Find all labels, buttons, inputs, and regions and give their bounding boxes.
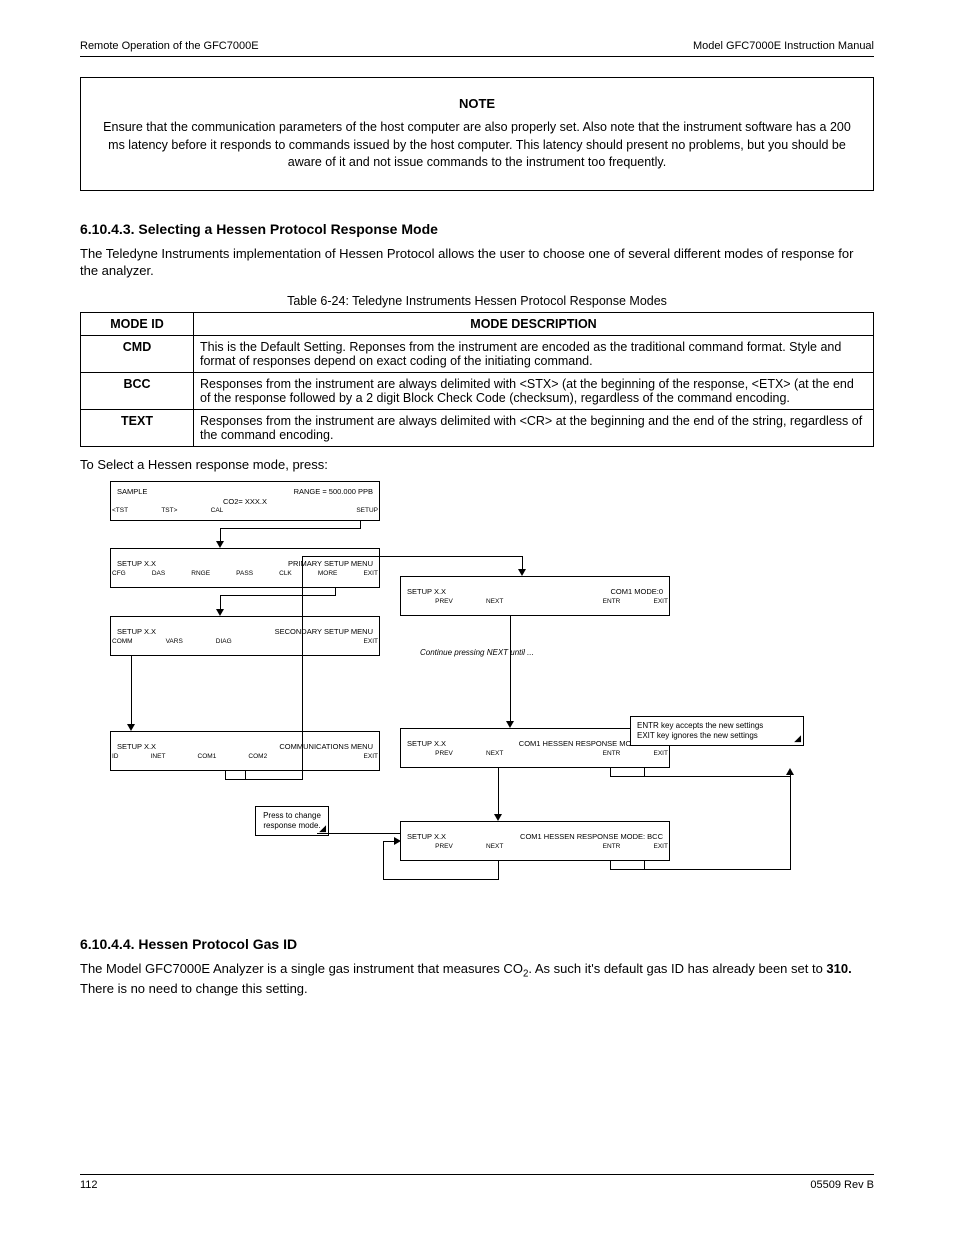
table-caption: Table 6-24: Teledyne Instruments Hessen … — [80, 294, 874, 308]
table-row: TEXT Responses from the instrument are a… — [81, 409, 874, 446]
page-number: 112 — [80, 1179, 98, 1191]
section-heading-b: 6.10.4.4. Hessen Protocol Gas ID — [80, 936, 874, 952]
flowchart: SAMPLERANGE = 500.000 PPB CO2= XXX.X <TS… — [80, 476, 880, 906]
note-title: NOTE — [101, 96, 853, 111]
header-left: Remote Operation of the GFC7000E — [80, 40, 259, 52]
note-body: Ensure that the communication parameters… — [101, 119, 853, 172]
mode-id: CMD — [81, 335, 194, 372]
table-row: BCC Responses from the instrument are al… — [81, 372, 874, 409]
section-para-b: The Model GFC7000E Analyzer is a single … — [80, 960, 874, 998]
anno-continue: Continue pressing NEXT until ... — [420, 648, 620, 658]
section-heading: 6.10.4.3. Selecting a Hessen Protocol Re… — [80, 221, 874, 237]
header-right: Model GFC7000E Instruction Manual — [693, 40, 874, 52]
modes-table: MODE ID MODE DESCRIPTION CMD This is the… — [80, 312, 874, 447]
table-row: CMD This is the Default Setting. Reponse… — [81, 335, 874, 372]
screen-com1-mode: SETUP X.XCOM1 MODE:0 PREVNEXTENTREXIT — [400, 576, 670, 616]
page-header: Remote Operation of the GFC7000E Model G… — [80, 40, 874, 57]
screen-hessen-bcc: SETUP X.XCOM1 HESSEN RESPONSE MODE: BCC … — [400, 821, 670, 861]
mode-desc: Responses from the instrument are always… — [194, 409, 874, 446]
screen-comm: SETUP X.XCOMMUNICATIONS MENU IDINETCOM1C… — [110, 731, 380, 771]
mode-desc: Responses from the instrument are always… — [194, 372, 874, 409]
page-footer: 112 05509 Rev B — [80, 1174, 874, 1191]
mode-id: TEXT — [81, 409, 194, 446]
th-mode-id: MODE ID — [81, 312, 194, 335]
section-num-b: 6.10.4.4. — [80, 936, 135, 952]
screen-secondary: SETUP X.XSECONDARY SETUP MENU COMMVARSDI… — [110, 616, 380, 656]
th-mode-desc: MODE DESCRIPTION — [194, 312, 874, 335]
mode-id: BCC — [81, 372, 194, 409]
select-line: To Select a Hessen response mode, press: — [80, 457, 874, 472]
section-title: Selecting a Hessen Protocol Response Mod… — [138, 221, 438, 237]
mode-desc: This is the Default Setting. Reponses fr… — [194, 335, 874, 372]
section-num: 6.10.4.3. — [80, 221, 135, 237]
section-para: The Teledyne Instruments implementation … — [80, 245, 874, 280]
doc-rev: 05509 Rev B — [810, 1179, 874, 1191]
screen-sample: SAMPLERANGE = 500.000 PPB CO2= XXX.X <TS… — [110, 481, 380, 521]
note-box: NOTE Ensure that the communication param… — [80, 77, 874, 191]
screen-primary: SETUP X.XPRIMARY SETUP MENU CFGDASRNGEPA… — [110, 548, 380, 588]
section-title-b: Hessen Protocol Gas ID — [138, 936, 297, 952]
anno-entr-exit: ENTR key accepts the new settings EXIT k… — [630, 716, 804, 747]
